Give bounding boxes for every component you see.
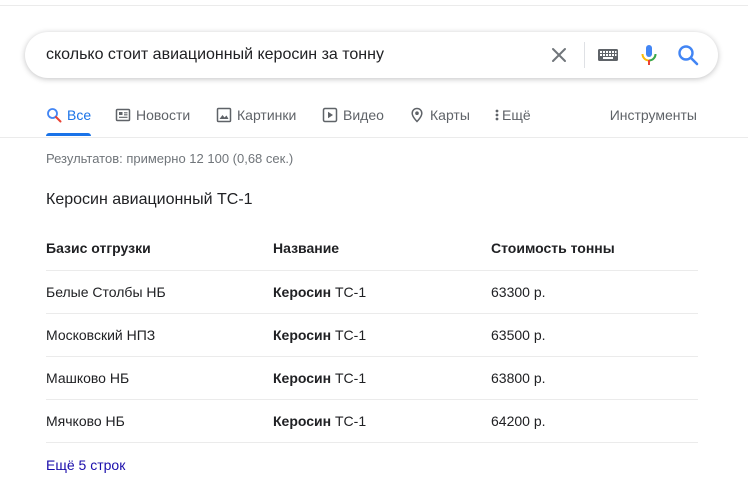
cell-name-rest: ТС-1 [331, 413, 367, 429]
tab-more[interactable]: Ещё [494, 100, 531, 136]
tab-news[interactable]: Новости [115, 100, 190, 136]
cell-name: Керосин ТС-1 [273, 314, 366, 357]
top-divider [0, 5, 748, 6]
keyboard-icon [598, 49, 618, 61]
cell-basis: Московский НПЗ [46, 327, 156, 343]
cell-name: Керосин ТС-1 [273, 400, 366, 443]
tab-label: Ещё [502, 107, 531, 123]
cell-price: 63800 р. [491, 370, 546, 386]
tab-label: Все [67, 107, 92, 123]
table-bottom-divider [46, 442, 698, 443]
cell-price: 64200 р. [491, 413, 546, 429]
tab-images[interactable]: Картинки [216, 100, 296, 136]
tab-label: Видео [343, 107, 384, 123]
cell-basis: Мячково НБ [46, 413, 125, 429]
clear-search-button[interactable] [547, 43, 571, 67]
cell-name: Керосин ТС-1 [273, 271, 366, 314]
cell-name-bold: Керосин [273, 284, 332, 300]
search-icon [678, 45, 699, 66]
table-row: Белые Столбы НБ Керосин ТС-1 63300 р. [46, 270, 698, 313]
cell-name-bold: Керосин [273, 413, 332, 429]
search-icon [47, 108, 62, 123]
cell-price: 63300 р. [491, 284, 546, 300]
tab-maps[interactable]: Карты [409, 100, 470, 136]
search-box-divider [584, 42, 585, 68]
close-icon [552, 48, 566, 62]
result-stats: Результатов: примерно 12 100 (0,68 сек.) [46, 151, 294, 166]
table-row: Мячково НБ Керосин ТС-1 64200 р. [46, 399, 698, 442]
search-tabs: Все Новости Картинки Видео Карты Ещё Инс… [0, 100, 748, 138]
tabs-divider [0, 137, 748, 138]
table-row: Московский НПЗ Керосин ТС-1 63500 р. [46, 313, 698, 356]
video-icon [322, 107, 338, 123]
featured-table: Базис отгрузки Название Стоимость тонны … [46, 227, 698, 443]
cell-name: Керосин ТС-1 [273, 357, 366, 400]
column-header-price: Стоимость тонны [491, 240, 615, 256]
cell-name-rest: ТС-1 [331, 370, 367, 386]
tab-all[interactable]: Все [46, 100, 92, 136]
virtual-keyboard-button[interactable] [597, 46, 619, 64]
tools-button[interactable]: Инструменты [610, 100, 697, 130]
more-vert-icon [495, 109, 499, 121]
microphone-icon [641, 45, 657, 65]
tab-video[interactable]: Видео [322, 100, 384, 136]
table-row: Машково НБ Керосин ТС-1 63800 р. [46, 356, 698, 399]
more-rows-link[interactable]: Ещё 5 строк [46, 457, 125, 473]
map-pin-icon [411, 107, 423, 123]
tab-label: Картинки [237, 107, 297, 123]
tab-label: Новости [136, 107, 191, 123]
cell-name-rest: ТС-1 [331, 284, 367, 300]
featured-snippet-title: Керосин авиационный ТС-1 [46, 191, 253, 208]
column-header-basis: Базис отгрузки [46, 240, 151, 256]
voice-search-button[interactable] [637, 43, 661, 67]
table-header-row: Базис отгрузки Название Стоимость тонны [46, 227, 698, 270]
cell-basis: Белые Столбы НБ [46, 284, 166, 300]
search-submit-button[interactable] [676, 43, 700, 67]
cell-name-rest: ТС-1 [331, 327, 367, 343]
column-header-name: Название [273, 240, 340, 256]
search-box [25, 32, 718, 78]
cell-price: 63500 р. [491, 327, 546, 343]
cell-name-bold: Керосин [273, 327, 332, 343]
cell-basis: Машково НБ [46, 370, 130, 386]
image-icon [216, 107, 232, 123]
cell-name-bold: Керосин [273, 370, 332, 386]
tab-label: Карты [430, 107, 470, 123]
search-input[interactable] [46, 32, 546, 78]
news-icon [115, 108, 131, 122]
